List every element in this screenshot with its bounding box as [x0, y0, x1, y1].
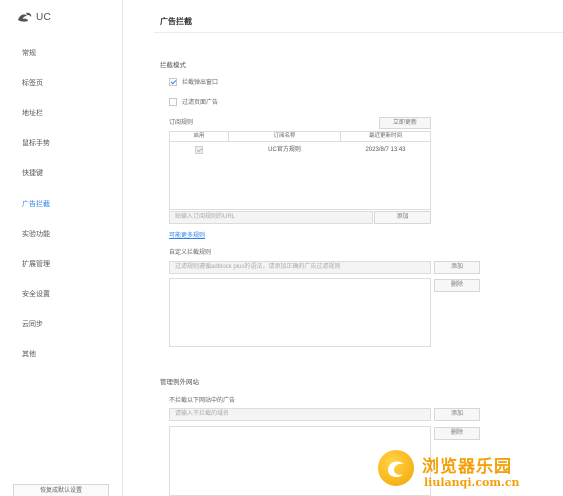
sidebar-item-mouse-gestures[interactable]: 鼠标手势 — [22, 138, 50, 148]
rule-name-cell: UC官方规则 — [268, 147, 301, 153]
block-popups-option[interactable]: 拦截弹出窗口 — [169, 77, 218, 86]
watermark-title: 浏览器乐园 — [422, 457, 512, 477]
sidebar-item-address-bar[interactable]: 地址栏 — [22, 108, 43, 118]
column-header-enabled: 启用 — [170, 132, 228, 142]
block-mode-heading: 拦截模式 — [160, 62, 186, 69]
more-rules-link[interactable]: 可能更多规则 — [169, 230, 205, 239]
uc-logo: UC — [16, 11, 51, 23]
block-popups-checkbox[interactable] — [169, 77, 177, 86]
settings-sidebar: UC 常规 标签页 地址栏 鼠标手势 快捷键 广告拦截 实验功能 扩展管理 安全… — [0, 0, 123, 496]
exceptions-heading: 管理例外网站 — [160, 379, 199, 386]
subscription-url-input[interactable]: 贴输入订阅规则的URL — [169, 211, 373, 224]
site-watermark: 浏览器乐园 liulanqi.com.cn — [372, 446, 563, 496]
filter-page-ads-checkbox[interactable] — [169, 97, 177, 106]
filter-page-ads-option[interactable]: 过滤页面广告 — [169, 97, 218, 106]
watermark-swirl-icon — [388, 461, 404, 478]
sidebar-item-general[interactable]: 常规 — [22, 48, 36, 58]
rule-enabled-checkbox[interactable] — [195, 146, 203, 154]
watermark-url: liulanqi.com.cn — [424, 476, 520, 489]
add-filter-button[interactable]: 添加 — [434, 261, 480, 274]
restore-defaults-button[interactable]: 恢复成默认设置 — [13, 484, 109, 496]
add-subscription-button[interactable]: 添加 — [374, 211, 431, 224]
sidebar-item-other[interactable]: 其他 — [22, 349, 36, 359]
filter-page-ads-label: 过滤页面广告 — [182, 100, 219, 106]
delete-exception-button[interactable]: 删除 — [434, 427, 480, 440]
sidebar-item-cloud-sync[interactable]: 云同步 — [22, 319, 43, 329]
update-now-button[interactable]: 立即更新 — [379, 117, 431, 129]
watermark-logo-icon — [378, 450, 414, 486]
exception-domain-input[interactable]: 请输入不拦截的域名 — [169, 408, 431, 421]
block-popups-label: 拦截弹出窗口 — [182, 80, 219, 86]
title-divider — [154, 32, 563, 33]
column-header-name: 订阅名称 — [229, 132, 340, 142]
delete-filter-button[interactable]: 删除 — [434, 279, 480, 292]
column-header-updated: 最近更新时间 — [341, 132, 430, 142]
sidebar-item-tabs[interactable]: 标签页 — [22, 78, 43, 88]
custom-filter-list[interactable] — [169, 278, 431, 347]
logo-text: UC — [36, 11, 52, 23]
custom-filter-heading: 自定义拦截规则 — [169, 250, 212, 256]
page-title: 广告拦截 — [160, 17, 192, 26]
subscription-table: 启用 订阅名称 最近更新时间 UC官方规则 2023/8/7 13:43 — [169, 131, 431, 210]
sidebar-item-ad-block[interactable]: 广告拦截 — [22, 199, 50, 209]
sidebar-item-shortcuts[interactable]: 快捷键 — [22, 168, 43, 178]
sidebar-item-experimental[interactable]: 实验功能 — [22, 229, 50, 239]
sidebar-item-extensions[interactable]: 扩展管理 — [22, 259, 50, 269]
sidebar-item-security[interactable]: 安全设置 — [22, 289, 50, 299]
settings-content: 广告拦截 拦截模式 拦截弹出窗口 过滤页面广告 订阅规则 立即更新 启用 订阅名… — [124, 0, 563, 496]
exceptions-label: 不拦截以下网站中的广告 — [169, 398, 236, 404]
subscription-label: 订阅规则 — [169, 120, 194, 126]
custom-filter-input[interactable]: 过滤规则遵循adblock plus的语法，请添加正确的广告过滤规则 — [169, 261, 431, 274]
rule-updated-cell: 2023/8/7 13:43 — [365, 147, 406, 153]
add-exception-button[interactable]: 添加 — [434, 408, 480, 421]
squirrel-logo-icon — [18, 12, 32, 22]
